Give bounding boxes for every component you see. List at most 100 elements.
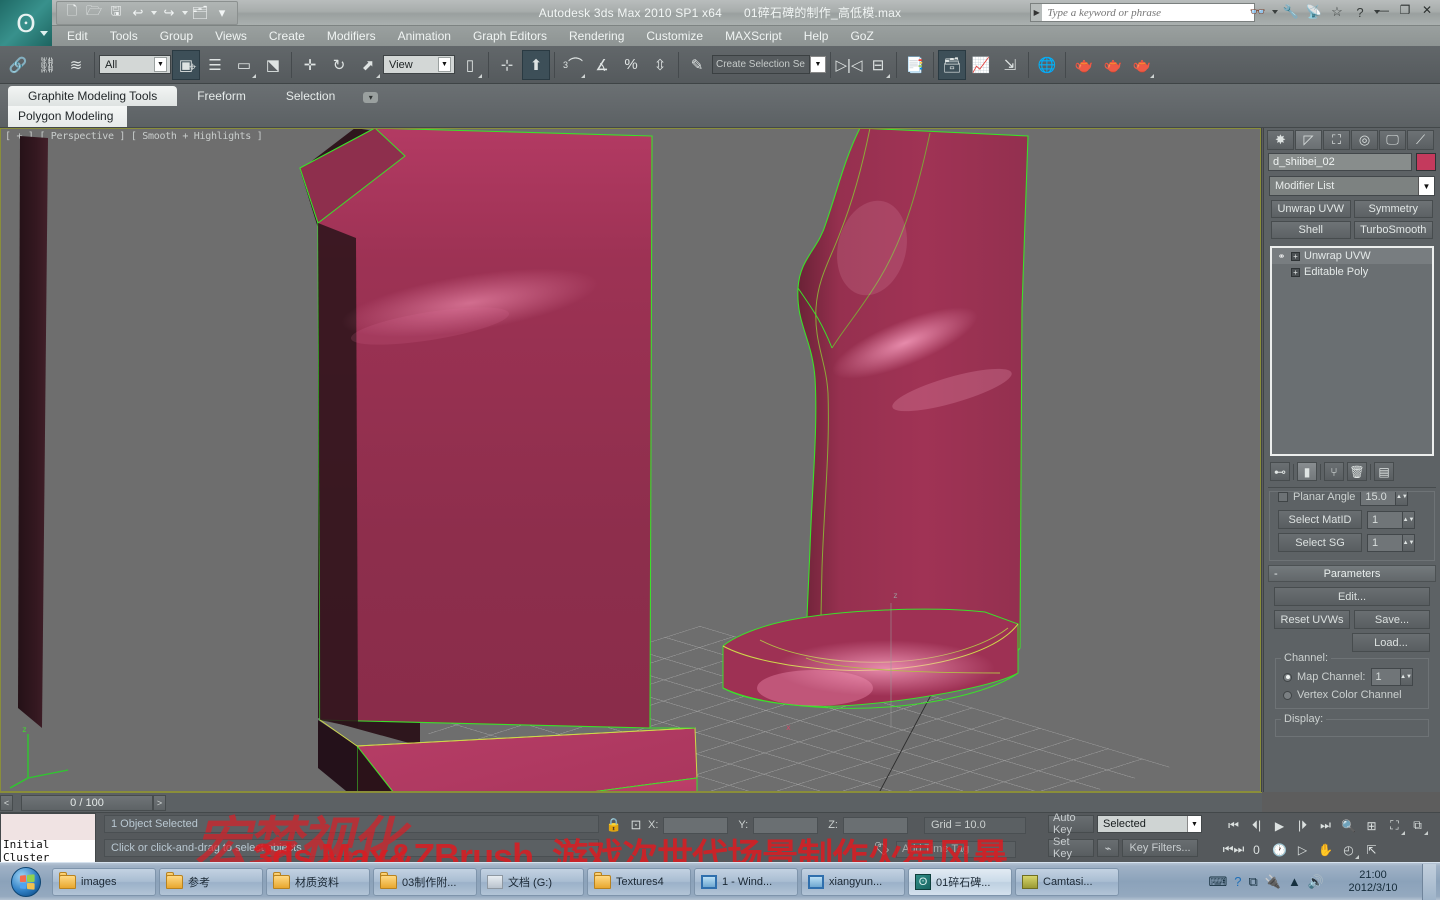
rollout-collapse-icon[interactable]: - [1274,568,1278,580]
display-tab[interactable]: 🖵 [1379,130,1406,150]
align-icon[interactable]: ⊟ [864,50,892,80]
time-slider-frame-field[interactable]: 0 / 100 [21,794,153,811]
panel-polygon-modeling[interactable]: Polygon Modeling [8,106,128,127]
application-menu-button[interactable]: ʘ [0,0,52,46]
binoculars-dropdown-icon[interactable] [1272,10,1278,14]
shell-button[interactable]: Shell [1271,221,1351,239]
set-key-row[interactable]: Set Key ⌁ Key Filters... [1048,836,1198,860]
mirror-icon[interactable]: ▷|◁ [835,50,863,80]
select-object-icon[interactable]: ▣ ⌖ [172,49,200,80]
menu-maxscript[interactable]: MAXScript [714,27,793,45]
menu-rendering[interactable]: Rendering [558,27,635,45]
lightbulb-icon[interactable]: ⚭ [1276,251,1287,262]
reset-uvws-button[interactable]: Reset UVWs [1274,610,1350,629]
expand-plus-icon[interactable]: + [1291,267,1300,277]
usb-device-icon[interactable]: 🔌 [1265,874,1281,890]
object-name-row[interactable]: d_shiibei_02 [1264,150,1440,174]
help-tray-icon[interactable]: ? [1234,874,1241,889]
maximize-viewport-toggle-button[interactable]: ⇱ [1360,839,1383,860]
undo-icon[interactable]: ↩ [128,4,148,23]
taskbar-item-03zhizuofu[interactable]: 03制作附... [373,867,477,896]
current-frame-field[interactable]: 0 [1245,839,1268,860]
select-sg-spinner[interactable]: 1 ▲▼ [1367,533,1415,552]
select-matid-button[interactable]: Select MatID [1278,510,1362,529]
menu-customize[interactable]: Customize [635,27,714,45]
pin-stack-icon[interactable]: ⊷ [1270,462,1290,481]
customize-qat-icon[interactable]: ▾ [212,4,232,23]
quick-access-toolbar[interactable]: 🗋 🗁 🖫 ↩ ↪ 🗂 ▾ [56,1,238,25]
animation-key-row[interactable]: Auto Key Selected ▼ [1048,812,1202,836]
set-key-button[interactable]: Set Key [1048,836,1094,860]
window-crossing-icon[interactable]: ⬔ [259,50,287,80]
select-by-name-icon[interactable]: ☰ [201,50,229,80]
select-and-uniform-scale-icon[interactable]: ⬈ [354,50,382,80]
named-selection-chevron-down-icon[interactable]: ▼ [810,56,826,73]
modify-tab[interactable]: ◸ [1295,130,1322,150]
taskbar-item-caizhiziliao[interactable]: 材质资料 [266,867,370,896]
menu-edit[interactable]: Edit [56,27,99,45]
curve-editor-icon[interactable]: 📈 [967,50,995,80]
rectangular-selection-region-icon[interactable]: ▭ [230,50,258,80]
spinner-arrows-icon[interactable]: ▲▼ [1403,510,1415,529]
coord-y-field[interactable] [753,816,819,834]
select-and-rotate-icon[interactable]: ↻ [325,50,353,80]
lock-selection-icon[interactable]: 🔒 [604,815,624,835]
parameters-rollout-body[interactable]: Edit... Reset UVWs Save... Load... Chann… [1269,585,1435,737]
select-sg-row[interactable]: Select SG 1 ▲▼ [1274,531,1430,554]
minimize-button[interactable]: — [1376,3,1390,17]
select-and-link-icon[interactable]: 🔗 [4,50,32,80]
add-time-tag-field[interactable]: Add Time Tag [896,840,1016,858]
next-frame-button[interactable]: |⏵ [1291,815,1314,836]
show-hidden-icons-icon[interactable]: ⧉ [1248,874,1257,890]
redo-icon[interactable]: ↪ [159,4,179,23]
save-uvws-button[interactable]: Save... [1354,610,1430,629]
menu-group[interactable]: Group [149,27,204,45]
subscription-wrench-icon[interactable]: 🔧 [1281,2,1301,22]
time-configuration-button[interactable]: 🕐 [1268,839,1291,860]
menu-views[interactable]: Views [204,27,258,45]
safely-remove-icon[interactable]: ▲ [1288,874,1301,889]
taskbar-item-camtasia[interactable]: Camtasi... [1015,867,1119,896]
render-setup-icon[interactable]: 🌐 [1033,50,1061,80]
infocenter-buttons[interactable]: 👓 🔧 📡 ☆ ? [1248,2,1380,22]
angle-snap-toggle-icon[interactable]: ∡ [588,50,616,80]
chevron-down-icon[interactable]: ▼ [154,57,167,72]
menu-modifiers[interactable]: Modifiers [316,27,387,45]
key-mode-combo[interactable]: Selected ▼ [1097,815,1202,833]
stack-item-unwrap-uvw[interactable]: ⚭ + Unwrap UVW [1272,248,1432,264]
modifier-stack-list[interactable]: ⚭ + Unwrap UVW + Editable Poly [1270,246,1434,456]
modifier-list-combo[interactable]: Modifier List ▼ [1269,176,1435,196]
configure-modifier-sets-icon[interactable]: ▤ [1374,462,1394,481]
viewport-nav-controls[interactable]: ⏮⏭ 0 🕐 ▷ ✋ ◴ ⇱ [1222,839,1383,860]
vertex-color-channel-row[interactable]: Vertex Color Channel [1281,687,1423,703]
material-editor-icon[interactable]: 🗃 [938,49,966,80]
show-desktop-button[interactable] [1422,863,1436,900]
search-expand-icon[interactable]: ▶ [1031,4,1043,21]
ribbon-panel-strip[interactable]: Polygon Modeling [8,106,128,127]
transform-type-in-row[interactable]: 🔒 ⊡ X: Y: Z: Grid = 10.0 [604,815,1026,835]
previous-frame-button[interactable]: ⏴| [1245,815,1268,836]
search-input[interactable] [1042,6,1254,19]
select-rollout[interactable]: Planar Angle 15.0 ▲▼ Select MatID 1 ▲▼ S… [1269,491,1435,561]
planar-angle-checkbox[interactable] [1278,492,1288,502]
select-sg-button[interactable]: Select SG [1278,533,1362,552]
utilities-tab[interactable]: ⟋ [1407,130,1434,150]
absolute-relative-transform-icon[interactable]: ⊡ [626,815,646,835]
expand-plus-icon[interactable]: + [1291,251,1300,261]
set-project-folder-icon[interactable]: 🗂 [190,4,210,23]
mini-listener[interactable]: Initial Cluster [0,813,96,863]
spinner-arrows-icon[interactable]: ▲▼ [1403,533,1415,552]
render-production-icon[interactable]: 🫖 [1099,50,1127,80]
arc-rotate-button[interactable]: ◴ [1337,839,1360,860]
system-clock[interactable]: 21:00 2012/3/10 [1331,869,1415,895]
mini-listener-output[interactable] [1,814,95,840]
object-color-swatch[interactable] [1416,153,1436,171]
system-tray[interactable]: ⌨ ? ⧉ 🔌 ▲ 🔊 21:00 2012/3/10 [1208,863,1440,900]
load-uvws-button[interactable]: Load... [1352,633,1430,652]
render-frame-window-icon[interactable]: 🫖 [1070,50,1098,80]
reference-coordinate-system-combo[interactable]: View ▼ [383,55,455,74]
command-panel[interactable]: ✸ ◸ ⛶ ◎ 🖵 ⟋ d_shiibei_02 Modifier List ▼… [1263,128,1440,792]
chevron-down-icon[interactable]: ▼ [438,57,451,72]
coord-x-field[interactable] [663,816,729,834]
restore-button[interactable]: ❐ [1398,3,1412,17]
